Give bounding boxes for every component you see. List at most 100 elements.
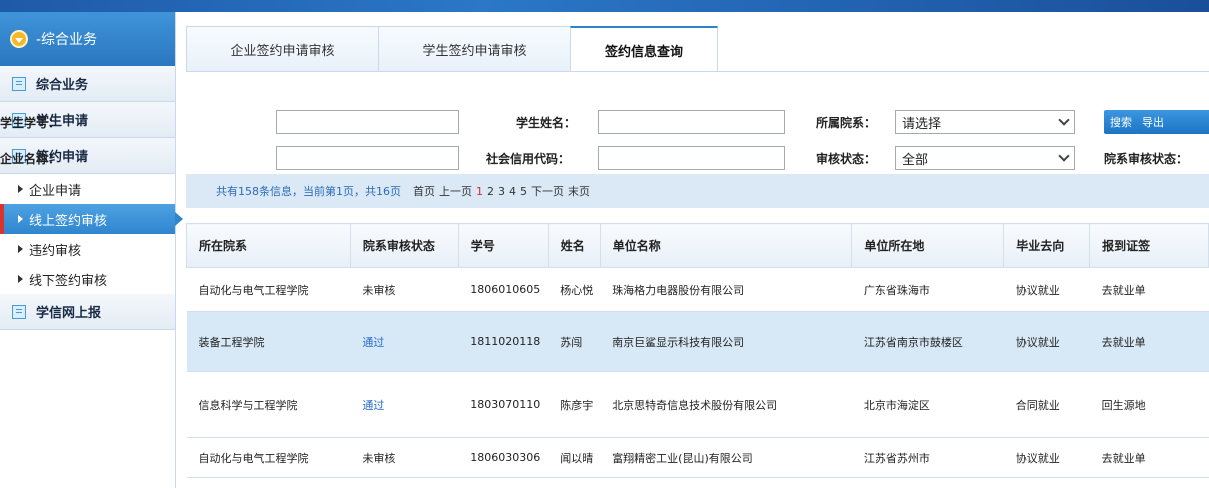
- table-cell: 装备工程学院: [186, 311, 351, 372]
- student-name-label: 学生姓名：: [516, 115, 577, 130]
- audit-status-link[interactable]: 通过: [350, 311, 459, 372]
- tab-divider: [186, 71, 1209, 72]
- tab-bar: 企业签约申请审核 学生签约申请审核 签约信息查询: [186, 26, 718, 72]
- triangle-right-icon: [18, 275, 23, 283]
- table-cell: 去就业单: [1089, 437, 1209, 478]
- table-cell: 1803070110: [458, 371, 549, 438]
- table-cell: 陈彦宇: [548, 371, 601, 438]
- table-cell: 北京市海淀区: [851, 371, 1004, 438]
- tab-student-contract-audit[interactable]: 学生签约申请审核: [378, 26, 570, 72]
- sidebar-item-label: 企业申请: [29, 183, 82, 199]
- sidebar-section-label: 综合业务: [36, 78, 89, 93]
- table-cell: 1806010605: [458, 267, 549, 312]
- college-label: 所属院系：: [816, 115, 877, 130]
- column-header-college-audit[interactable]: 院系审核状态: [349, 223, 459, 268]
- sidebar-item-label: 违约审核: [29, 243, 82, 259]
- student-no-input[interactable]: [276, 110, 459, 134]
- tab-company-contract-audit[interactable]: 企业签约申请审核: [186, 26, 378, 72]
- table-row[interactable]: 信息科学与工程学院 通过 1803070110 陈彦宇 北京思特奇信息技术股份有…: [186, 371, 1209, 438]
- column-header-college[interactable]: 所在院系: [186, 223, 351, 268]
- audit-status-label: 审核状态：: [816, 151, 877, 166]
- table-cell: 自动化与电气工程学院: [186, 437, 351, 478]
- table-cell: 信息科学与工程学院: [186, 371, 351, 438]
- column-header-destination[interactable]: 毕业去向: [1003, 223, 1091, 268]
- list-icon: [12, 304, 26, 319]
- table-cell: 杨心悦: [548, 267, 601, 312]
- last-page-link[interactable]: 末页: [568, 183, 590, 199]
- sidebar-item-online-contract-audit[interactable]: 线上签约审核: [0, 204, 183, 234]
- triangle-right-icon: [18, 185, 23, 193]
- first-page-link[interactable]: 首页: [413, 183, 435, 199]
- table-cell: 富翔精密工业(昆山)有限公司: [600, 437, 852, 478]
- next-page-link[interactable]: 下一页: [531, 183, 564, 199]
- column-header-company[interactable]: 单位名称: [599, 223, 853, 268]
- table-cell: 合同就业: [1003, 371, 1090, 438]
- college-select[interactable]: 请选择: [895, 110, 1075, 134]
- expand-circle-icon: [10, 30, 28, 48]
- sidebar-item-breach-audit[interactable]: 违约审核: [0, 234, 175, 264]
- table-cell: 广东省珠海市: [851, 267, 1004, 312]
- company-name-input[interactable]: [276, 146, 459, 170]
- column-header-student-no[interactable]: 学号: [457, 223, 549, 268]
- college-audit-status-label: 院系审核状态：: [1104, 151, 1189, 166]
- column-header-location[interactable]: 单位所在地: [851, 223, 1005, 268]
- audit-status-cell: 未审核: [350, 437, 459, 478]
- table-cell: 1811020118: [458, 311, 549, 372]
- credit-code-label: 社会信用代码：: [486, 151, 571, 166]
- table-cell: 协议就业: [1003, 267, 1090, 312]
- table-header-row: 所在院系 院系审核状态 学号 姓名 单位名称 单位所在地 毕业去向 报到证签: [186, 223, 1209, 268]
- table-cell: 自动化与电气工程学院: [186, 267, 351, 312]
- top-banner: [0, 0, 1209, 12]
- triangle-right-icon: [18, 215, 23, 223]
- audit-status-select-value: 全部: [902, 152, 929, 168]
- main-content: 企业签约申请审核 学生签约申请审核 签约信息查询 学生学号： 学生姓名： 所属院…: [0, 12, 1209, 488]
- sidebar-item-label: 线上签约审核: [29, 213, 108, 229]
- table-cell: 苏闯: [548, 311, 601, 372]
- company-name-label: 企业名称：: [0, 151, 61, 166]
- page-link-2[interactable]: 2: [487, 185, 494, 198]
- table-cell: 北京思特奇信息技术股份有限公司: [600, 371, 852, 438]
- table-cell: 协议就业: [1003, 311, 1090, 372]
- column-header-name[interactable]: 姓名: [547, 223, 601, 268]
- credit-code-input[interactable]: [598, 146, 785, 170]
- sidebar-header[interactable]: -综合业务: [0, 12, 175, 66]
- list-icon: [12, 76, 26, 91]
- tab-contract-info-query[interactable]: 签约信息查询: [570, 26, 718, 72]
- college-select-value: 请选择: [902, 116, 942, 132]
- table-cell: 闻以晴: [548, 437, 601, 478]
- prev-page-link[interactable]: 上一页: [439, 183, 472, 199]
- sidebar-item-offline-contract-audit[interactable]: 线下签约审核: [0, 264, 175, 294]
- table-cell: 江苏省南京市鼓楼区: [851, 311, 1004, 372]
- page-link-5[interactable]: 5: [520, 185, 527, 198]
- student-no-label: 学生学号：: [0, 115, 61, 130]
- page-link-4[interactable]: 4: [509, 185, 516, 198]
- export-button[interactable]: 导出: [1136, 110, 1209, 134]
- audit-status-link[interactable]: 通过: [350, 371, 459, 438]
- table-cell: 江苏省苏州市: [851, 437, 1004, 478]
- audit-status-select[interactable]: 全部: [895, 146, 1075, 170]
- sidebar: -综合业务 综合业务 学生申请 签约申请 企业申请 线上签约审核 违约审核 线下…: [0, 12, 183, 488]
- table-cell: 回生源地: [1089, 371, 1209, 438]
- student-name-input[interactable]: [598, 110, 785, 134]
- sidebar-item-company-apply[interactable]: 企业申请: [0, 174, 175, 204]
- table-cell: 协议就业: [1003, 437, 1090, 478]
- sidebar-item-label: 线下签约审核: [29, 273, 108, 289]
- page-link-1[interactable]: 1: [476, 185, 483, 198]
- table-row[interactable]: 装备工程学院 通过 1811020118 苏闯 南京巨鲨显示科技有限公司 江苏省…: [186, 311, 1209, 372]
- table-cell: 珠海格力电器股份有限公司: [600, 267, 852, 312]
- page-link-3[interactable]: 3: [498, 185, 505, 198]
- table-row[interactable]: 自动化与电气工程学院 未审核 1806030306 闻以晴 富翔精密工业(昆山)…: [186, 437, 1209, 478]
- sidebar-header-label: -综合业务: [36, 32, 98, 48]
- pagination-bar: 共有158条信息，当前第1页，共16页 首页 上一页 1 2 3 4 5 下一页…: [186, 174, 1209, 208]
- sidebar-section-general[interactable]: 综合业务: [0, 66, 175, 102]
- table-cell: 去就业单: [1089, 311, 1209, 372]
- column-header-report-cert[interactable]: 报到证签: [1089, 223, 1209, 268]
- chevron-down-icon: [1058, 114, 1070, 126]
- search-button[interactable]: 搜索: [1104, 110, 1138, 134]
- record-count-text: 共有158条信息，当前第1页，共16页: [216, 185, 401, 198]
- table-row[interactable]: 自动化与电气工程学院 未审核 1806010605 杨心悦 珠海格力电器股份有限…: [186, 267, 1209, 312]
- triangle-right-icon: [18, 245, 23, 253]
- sidebar-section-chsi-report[interactable]: 学信网上报: [0, 294, 175, 330]
- sidebar-section-label: 学信网上报: [36, 306, 102, 321]
- contract-table: 所在院系 院系审核状态 学号 姓名 单位名称 单位所在地 毕业去向 报到证签 自…: [186, 223, 1209, 478]
